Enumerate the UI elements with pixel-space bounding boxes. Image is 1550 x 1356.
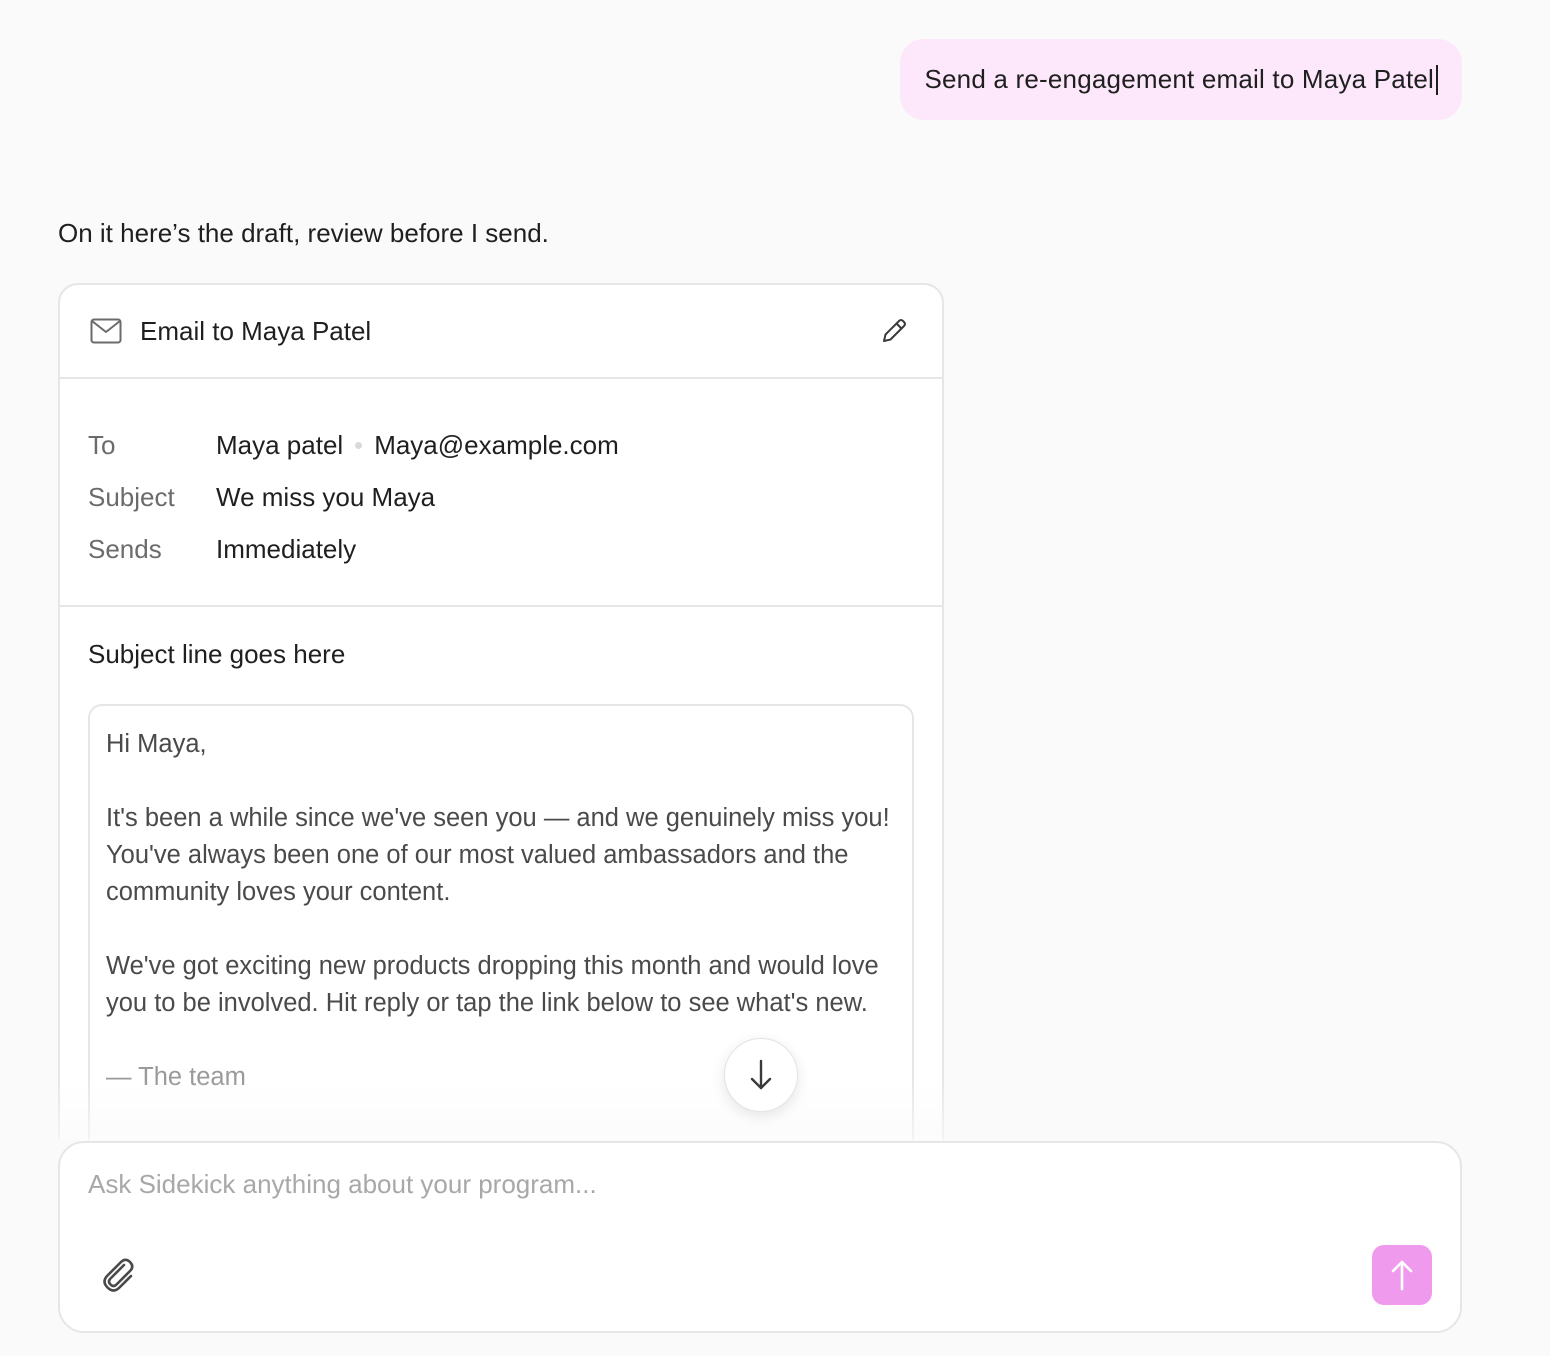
chat-page: Send a re-engagement email to Maya Patel… (0, 0, 1550, 1356)
recipient-name: Maya patel (216, 429, 344, 460)
email-greeting: Hi Maya, (106, 730, 207, 758)
chat-input[interactable] (88, 1169, 1388, 1200)
mail-icon (90, 317, 124, 345)
email-draft-card: Email to Maya Patel To Maya patel Maya@e… (58, 283, 944, 1183)
to-value: Maya patel Maya@example.com (216, 430, 619, 461)
to-label: To (88, 429, 116, 460)
email-body-box: Hi Maya, It's been a while since we've s… (88, 704, 914, 1181)
edit-email-button[interactable] (876, 313, 912, 349)
email-meta: To Maya patel Maya@example.com Subject W… (60, 379, 942, 607)
attach-button[interactable] (96, 1253, 140, 1297)
meta-row-sends: Sends Immediately (88, 523, 914, 575)
email-card-header: Email to Maya Patel (60, 285, 942, 379)
email-card-title: Email to Maya Patel (140, 315, 372, 346)
user-message-bubble: Send a re-engagement email to Maya Patel (900, 39, 1462, 120)
meta-row-to: To Maya patel Maya@example.com (88, 419, 914, 471)
arrow-down-icon (750, 1059, 772, 1090)
pencil-icon (883, 319, 906, 342)
email-paragraph-1: It's been a while since we've seen you —… (106, 804, 890, 906)
sends-label: Sends (88, 533, 162, 564)
scroll-down-button[interactable] (724, 1038, 798, 1112)
email-paragraph-2: We've got exciting new products dropping… (106, 952, 879, 1017)
chat-composer (58, 1141, 1462, 1333)
separator-dot (355, 441, 363, 449)
meta-row-subject: Subject We miss you Maya (88, 471, 914, 523)
sends-value: Immediately (216, 533, 357, 564)
email-body-section: Subject line goes here Hi Maya, It's bee… (60, 607, 942, 1181)
assistant-message-text: On it here’s the draft, review before I … (58, 218, 549, 248)
subject-label: Subject (88, 481, 175, 512)
recipient-email: Maya@example.com (374, 429, 619, 460)
subject-value: We miss you Maya (216, 481, 436, 512)
text-caret (1436, 64, 1438, 95)
arrow-up-icon (1391, 1260, 1413, 1291)
paperclip-icon (103, 1258, 134, 1292)
send-button[interactable] (1372, 1245, 1432, 1305)
user-message-text: Send a re-engagement email to Maya Patel (924, 64, 1434, 94)
preview-subject-line: Subject line goes here (88, 639, 346, 669)
